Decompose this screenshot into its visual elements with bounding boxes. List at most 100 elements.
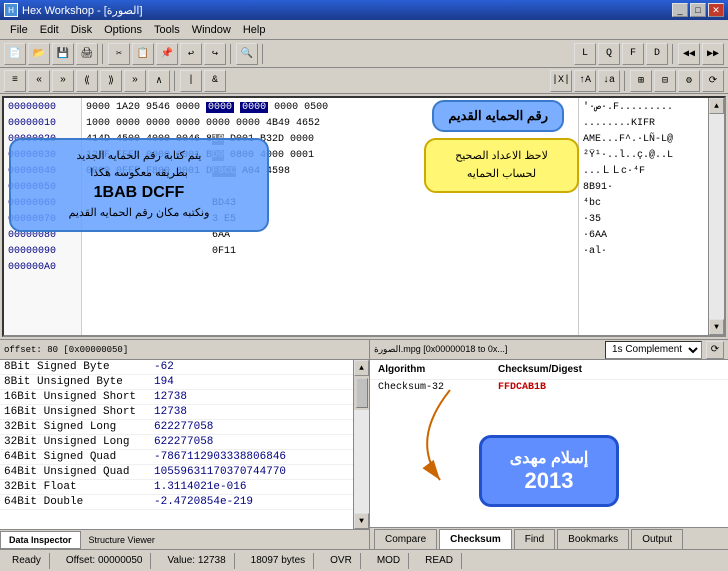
tb2-btn3[interactable]: » xyxy=(52,70,74,92)
tb2-btn4[interactable]: ⟪ xyxy=(76,70,98,92)
scroll-down-arrow[interactable]: ▼ xyxy=(709,319,724,335)
open-button[interactable]: 📂 xyxy=(28,43,50,65)
menu-edit[interactable]: Edit xyxy=(34,22,65,38)
maximize-button[interactable]: □ xyxy=(690,3,706,17)
tb2-btn10[interactable]: |X| xyxy=(550,70,572,92)
tb2-btn11[interactable]: ↑A xyxy=(574,70,596,92)
tb2-btn15[interactable]: ⚙ xyxy=(678,70,700,92)
nav-back[interactable]: ◀◀ xyxy=(678,43,700,65)
tb2-btn5[interactable]: ⟫ xyxy=(100,70,122,92)
toolbar-btn-q[interactable]: Q xyxy=(598,43,620,65)
algorithm-value: Checksum-32 xyxy=(378,382,498,393)
separator-2 xyxy=(230,44,232,64)
refresh-button[interactable]: ⟳ xyxy=(706,341,724,359)
data-row-unsigned-byte: 8Bit Unsigned Byte 194 xyxy=(0,375,353,390)
close-button[interactable]: ✕ xyxy=(708,3,724,17)
offset-display: offset: 80 [0x00000050] xyxy=(4,345,128,355)
tb2-btn14[interactable]: ⊟ xyxy=(654,70,676,92)
tab-find[interactable]: Find xyxy=(514,529,555,549)
tab-output[interactable]: Output xyxy=(631,529,683,549)
toolbar-btn-f[interactable]: F xyxy=(622,43,644,65)
tab-structure-viewer[interactable]: Structure Viewer xyxy=(81,531,163,549)
menu-window[interactable]: Window xyxy=(186,22,237,38)
status-mode-read: READ xyxy=(417,553,462,569)
menu-tools[interactable]: Tools xyxy=(148,22,186,38)
tb2-btn9[interactable]: & xyxy=(204,70,226,92)
tab-compare[interactable]: Compare xyxy=(374,529,437,549)
callout-signature: إسلام مهدى 2013 xyxy=(479,435,619,507)
tab-data-inspector[interactable]: Data Inspector xyxy=(0,531,81,549)
hex-scrollbar[interactable]: ▲ ▼ xyxy=(708,98,724,335)
status-value: Value: 12738 xyxy=(159,553,234,569)
separator-5 xyxy=(174,71,176,91)
tab-checksum[interactable]: Checksum xyxy=(439,529,512,549)
tb2-btn6[interactable]: » xyxy=(124,70,146,92)
callout-new-key: يتم كتابة رقم الحمايه الجديد بطريقه معكو… xyxy=(9,138,269,232)
checksum-header: الصورة.mpg [0x00000018 to 0x...] 1s Comp… xyxy=(370,340,728,360)
redo-button[interactable]: ↪ xyxy=(204,43,226,65)
menu-options[interactable]: Options xyxy=(98,22,148,38)
find-button[interactable]: 🔍 xyxy=(236,43,258,65)
checksum-data-row: Checksum-32 FFDCAB1B xyxy=(370,380,728,395)
toolbar-1: 📄 📂 💾 🖨 ✂ 📋 📌 ↩ ↪ 🔍 L Q F D ◀◀ ▶▶ xyxy=(0,40,728,68)
nav-fwd[interactable]: ▶▶ xyxy=(702,43,724,65)
data-inspector-content: 8Bit Signed Byte -62 8Bit Unsigned Byte … xyxy=(0,360,369,529)
toolbar-btn-d[interactable]: D xyxy=(646,43,668,65)
algorithm-dropdown[interactable]: 1s Complement 2s Complement CRC-32 Check… xyxy=(605,341,702,359)
data-row-signed-byte: 8Bit Signed Byte -62 xyxy=(0,360,353,375)
tab-bookmarks[interactable]: Bookmarks xyxy=(557,529,629,549)
algorithm-col-header: Algorithm xyxy=(378,364,498,375)
tb2-btn13[interactable]: ⊞ xyxy=(630,70,652,92)
status-mode-mod: MOD xyxy=(369,553,409,569)
copy-button[interactable]: 📋 xyxy=(132,43,154,65)
inspector-scroll-down[interactable]: ▼ xyxy=(354,513,369,529)
tb2-btn16[interactable]: ⟳ xyxy=(702,70,724,92)
menu-bar: File Edit Disk Options Tools Window Help xyxy=(0,20,728,40)
data-row-unsigned-quad: 64Bit Unsigned Quad 10559631170370744770 xyxy=(0,465,353,480)
print-button[interactable]: 🖨 xyxy=(76,43,98,65)
checksum-file-label: الصورة.mpg [0x00000018 to 0x...] xyxy=(374,344,601,355)
undo-button[interactable]: ↩ xyxy=(180,43,202,65)
split-panels: offset: 80 [0x00000050] 8Bit Signed Byte… xyxy=(0,339,728,549)
data-row-signed-long: 32Bit Signed Long 622277058 xyxy=(0,420,353,435)
data-row-signed-quad: 64Bit Signed Quad -7867112903338806846 xyxy=(0,450,353,465)
separator-4 xyxy=(672,44,674,64)
tb2-btn7[interactable]: ∧ xyxy=(148,70,170,92)
paste-button[interactable]: 📌 xyxy=(156,43,178,65)
digest-col-header: Checksum/Digest xyxy=(498,364,720,375)
status-bar: Ready Offset: 00000050 Value: 12738 1809… xyxy=(0,549,728,571)
data-row-signed-short: 16Bit Unsigned Short 12738 xyxy=(0,390,353,405)
menu-file[interactable]: File xyxy=(4,22,34,38)
inspector-scroll-up[interactable]: ▲ xyxy=(354,360,369,376)
toolbar-btn-l[interactable]: L xyxy=(574,43,596,65)
status-mode-ovr: OVR xyxy=(322,553,361,569)
checksum-header-row: Algorithm Checksum/Digest xyxy=(370,360,728,380)
window-controls[interactable]: _ □ ✕ xyxy=(672,3,724,17)
status-offset: Offset: 00000050 xyxy=(58,553,152,569)
minimize-button[interactable]: _ xyxy=(672,3,688,17)
inspector-tabs: Data Inspector Structure Viewer xyxy=(0,529,369,549)
new-button[interactable]: 📄 xyxy=(4,43,26,65)
ascii-column: '·ص·.F......... ........KIFR AME...F^.·L… xyxy=(578,98,708,335)
toolbar-2: ≡ « » ⟪ ⟫ » ∧ | & |X| ↑A ↓a ⊞ ⊟ ⚙ ⟳ xyxy=(0,68,728,94)
menu-help[interactable]: Help xyxy=(237,22,272,38)
tb2-btn2[interactable]: « xyxy=(28,70,50,92)
callout-old-key: رقم الحمايه القديم xyxy=(432,100,564,132)
scroll-up-arrow[interactable]: ▲ xyxy=(709,98,724,114)
cut-button[interactable]: ✂ xyxy=(108,43,130,65)
checksum-content: Algorithm Checksum/Digest Checksum-32 FF… xyxy=(370,360,728,527)
window-title: Hex Workshop - [الصورة] xyxy=(22,4,143,17)
bottom-tab-bar: Compare Checksum Find Bookmarks Output xyxy=(370,527,728,549)
data-row-float: 32Bit Float 1.3114021e-016 xyxy=(0,480,353,495)
checksum-panel: الصورة.mpg [0x00000018 to 0x...] 1s Comp… xyxy=(370,340,728,549)
menu-disk[interactable]: Disk xyxy=(65,22,98,38)
app-icon: H xyxy=(4,3,18,17)
inspector-scroll-thumb[interactable] xyxy=(356,378,368,408)
separator-6 xyxy=(624,71,626,91)
inspector-scrollbar[interactable]: ▲ ▼ xyxy=(353,360,369,529)
tb2-btn12[interactable]: ↓a xyxy=(598,70,620,92)
tb2-btn8[interactable]: | xyxy=(180,70,202,92)
digest-value: FFDCAB1B xyxy=(498,382,720,393)
save-button[interactable]: 💾 xyxy=(52,43,74,65)
tb2-btn1[interactable]: ≡ xyxy=(4,70,26,92)
